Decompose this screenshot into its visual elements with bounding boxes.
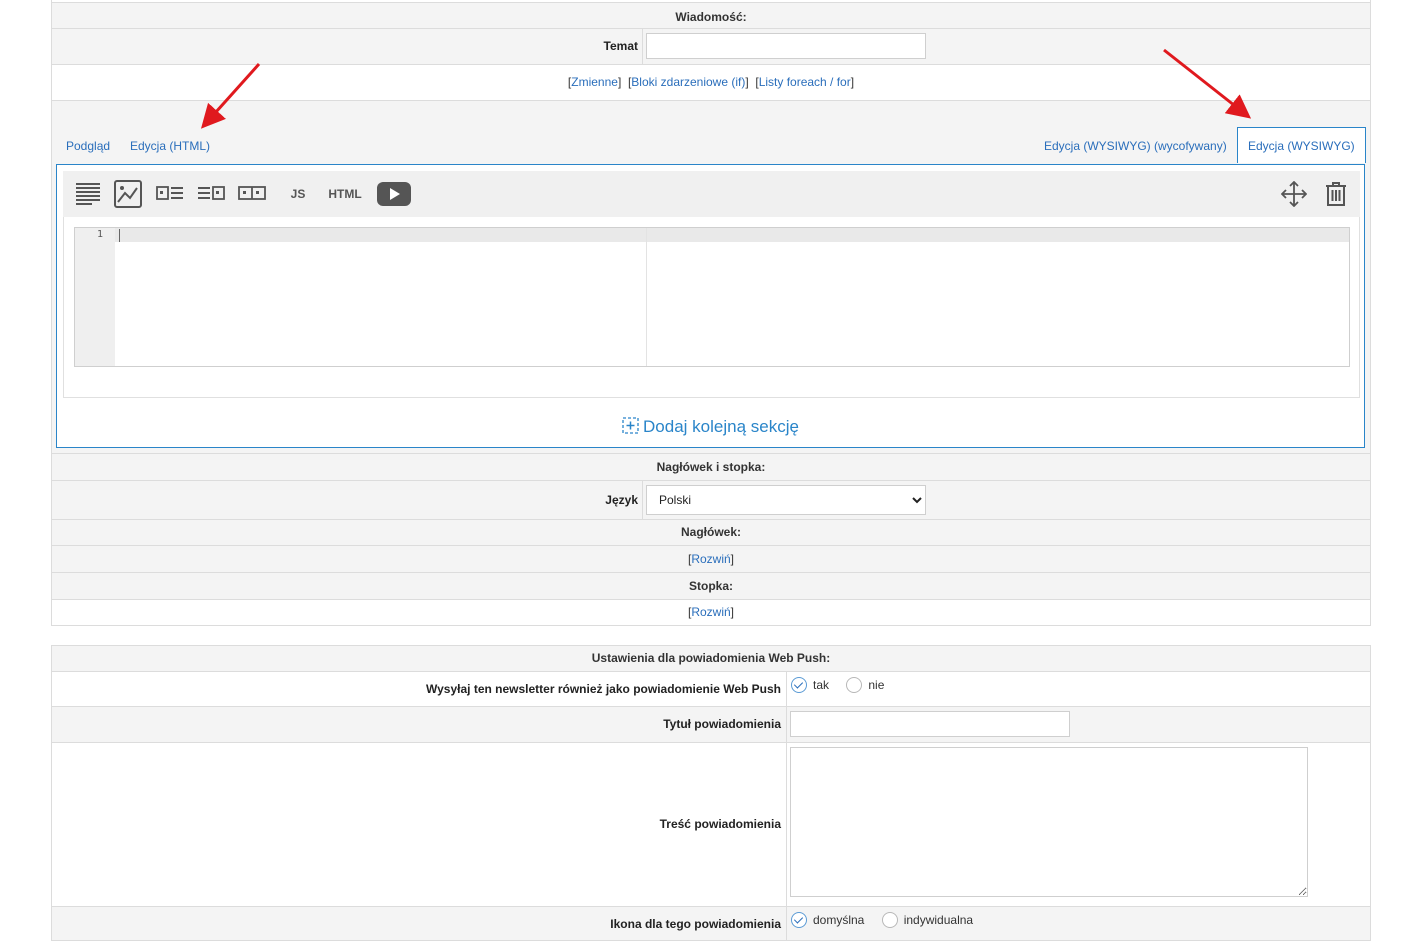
editor-section: 1 (63, 217, 1360, 398)
footer-expand-row: [Rozwiń] (52, 600, 1370, 626)
two-images-icon[interactable] (235, 171, 269, 217)
webpush-send-yes-radio[interactable]: tak (791, 677, 829, 693)
subject-label: Temat (603, 39, 638, 53)
add-section-icon (622, 417, 639, 439)
webpush-icon-cell (786, 907, 788, 940)
webpush-icon-custom-label: indywidualna (903, 913, 974, 927)
footer-label-row: Stopka: (52, 573, 1370, 600)
radio-checked-icon (791, 677, 807, 693)
webpush-send-label: Wysyłaj ten newsletter również jako powi… (426, 682, 781, 696)
webpush-header: Ustawienia dla powiadomienia Web Push: (591, 651, 831, 665)
webpush-send-options: tak nie (791, 677, 898, 696)
webpush-send-no-radio[interactable]: nie (846, 677, 884, 693)
print-margin-guide (646, 228, 647, 366)
radio-unchecked-icon (881, 912, 898, 928)
webpush-title-input[interactable] (790, 711, 1070, 737)
webpush-body-label: Treść powiadomienia (659, 817, 781, 831)
header-expand-link[interactable]: Rozwiń (691, 552, 730, 566)
header-section-label: Nagłówek: (680, 525, 741, 539)
footer-expand-link[interactable]: Rozwiń (691, 605, 730, 619)
trash-icon[interactable] (1319, 171, 1353, 217)
webpush-body-row: Treść powiadomienia (52, 743, 1370, 907)
footer-section-label: Stopka: (688, 579, 733, 593)
video-icon[interactable] (375, 171, 413, 217)
language-row: Język Polski (52, 481, 1370, 520)
image-left-text-icon[interactable] (153, 171, 187, 217)
foreach-lists-link[interactable]: Listy foreach / for (759, 75, 851, 89)
webpush-send-row: Wysyłaj ten newsletter również jako powi… (52, 672, 1370, 707)
webpush-icon-options: domyślna indywidualna (791, 912, 987, 931)
webpush-panel: Ustawienia dla powiadomienia Web Push: W… (51, 645, 1371, 941)
webpush-send-cell (786, 672, 788, 706)
header-footer-header-row: Nagłówek i stopka: (52, 454, 1370, 481)
webpush-icon-row: Ikona dla tego powiadomienia domyślna in… (52, 907, 1370, 941)
code-gutter: 1 (75, 228, 115, 366)
active-line (115, 228, 1349, 242)
code-editor[interactable]: 1 (74, 227, 1350, 367)
webpush-send-no-label: nie (868, 678, 885, 692)
js-icon[interactable]: JS (283, 171, 313, 217)
tab-edit-html[interactable]: Edycja (HTML) (130, 139, 210, 153)
webpush-header-row: Ustawienia dla powiadomienia Web Push: (52, 646, 1370, 672)
variables-link[interactable]: Zmienne (571, 75, 618, 89)
tab-wysiwyg-deprecated[interactable]: Edycja (WYSIWYG) (wycofywany) (1044, 139, 1227, 153)
language-select[interactable]: Polski (646, 485, 926, 515)
message-header: Wiadomość: (675, 10, 747, 24)
move-icon[interactable] (1277, 171, 1311, 217)
event-blocks-link[interactable]: Bloki zdarzeniowe (if) (631, 75, 745, 89)
subject-row: Temat (52, 29, 1370, 65)
text-cursor (119, 229, 120, 242)
webpush-icon-default-label: domyślna (813, 913, 865, 927)
image-icon[interactable] (111, 171, 145, 217)
subject-cell (642, 29, 644, 64)
webpush-title-label: Tytuł powiadomienia (663, 717, 781, 731)
text-image-right-icon[interactable] (194, 171, 228, 217)
editor-toolbar: JS HTML (63, 171, 1360, 218)
html-label: HTML (328, 187, 362, 201)
add-section-button[interactable]: Dodaj kolejną sekcję (57, 417, 1364, 439)
add-section-label: Dodaj kolejną sekcję (643, 417, 799, 436)
webpush-title-row: Tytuł powiadomienia (52, 707, 1370, 743)
subject-input[interactable] (646, 33, 926, 59)
radio-unchecked-icon (846, 677, 863, 693)
tab-preview[interactable]: Podgląd (66, 139, 110, 153)
language-cell (642, 481, 644, 519)
text-block-icon[interactable] (71, 171, 105, 217)
js-label: JS (290, 187, 306, 201)
webpush-body-cell (786, 743, 788, 906)
webpush-body-textarea[interactable] (790, 747, 1308, 897)
message-header-row: Wiadomość: (52, 2, 1370, 29)
header-label-row: Nagłówek: (52, 520, 1370, 546)
radio-checked-icon (791, 912, 807, 928)
header-footer-header: Nagłówek i stopka: (656, 460, 766, 474)
webpush-icon-custom-radio[interactable]: indywidualna (881, 912, 974, 928)
wysiwyg-editor: JS HTML 1 Dodaj kolejną sekcję (56, 164, 1365, 448)
tab-wysiwyg[interactable]: Edycja (WYSIWYG) (1237, 127, 1366, 163)
webpush-title-cell (786, 707, 788, 742)
webpush-send-yes-label: tak (813, 678, 830, 692)
language-label: Język (605, 493, 638, 507)
header-expand-row: [Rozwiń] (52, 546, 1370, 573)
line-number: 1 (96, 229, 103, 240)
webpush-icon-label: Ikona dla tego powiadomienia (610, 917, 781, 931)
html-icon[interactable]: HTML (321, 171, 369, 217)
webpush-icon-default-radio[interactable]: domyślna (791, 912, 864, 928)
helper-links-row: [Zmienne] [Bloki zdarzeniowe (if)] [List… (52, 65, 1370, 101)
